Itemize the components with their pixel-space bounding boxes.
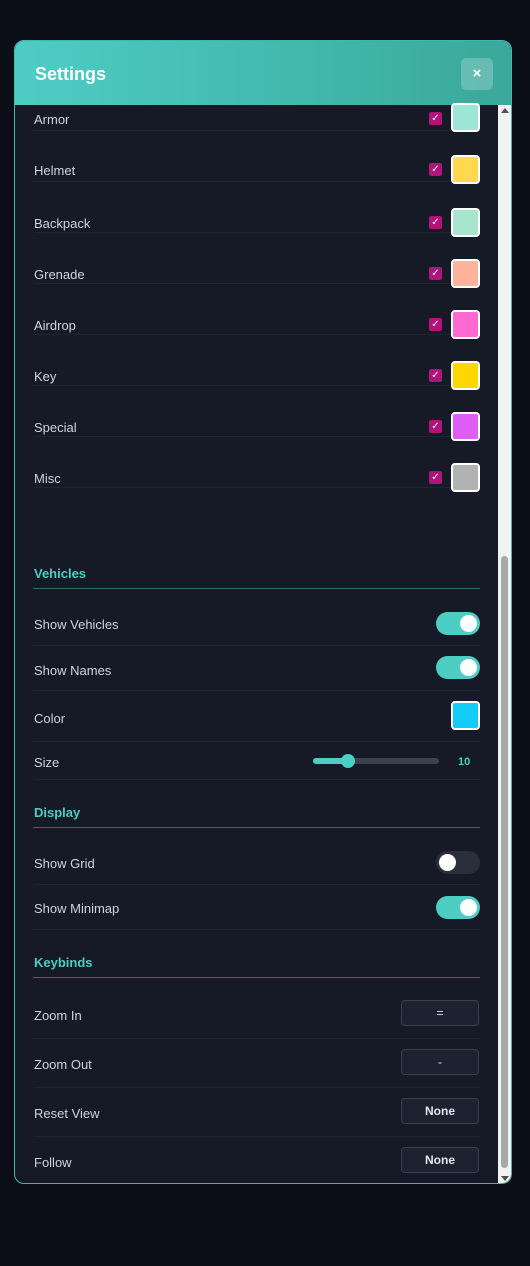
row-show-grid: Show Grid [33, 839, 480, 885]
row-reset-view: Reset View None [33, 1088, 480, 1137]
zoom-in-key-button[interactable]: = [401, 1000, 479, 1026]
section-divider [33, 588, 480, 589]
section-divider [33, 977, 480, 978]
reset-view-key-button[interactable]: None [401, 1098, 479, 1124]
row-show-vehicles: Show Vehicles [33, 600, 480, 646]
scroll-thumb[interactable] [501, 556, 508, 1168]
item-row-special: Special ✓ [33, 386, 480, 441]
row-zoom-in: Zoom In = [33, 990, 480, 1039]
item-checkbox-key[interactable]: ✓ [429, 369, 442, 382]
item-checkbox-backpack[interactable]: ✓ [429, 216, 442, 229]
show-vehicles-label: Show Vehicles [34, 617, 119, 632]
show-grid-label: Show Grid [34, 856, 95, 871]
item-row-armor: Armor ✓ [33, 103, 480, 132]
show-minimap-label: Show Minimap [34, 901, 120, 916]
settings-content: Armor ✓ Helmet ✓ Backpack ✓ Grenade ✓ Ai… [33, 103, 480, 1183]
vehicle-size-slider[interactable] [313, 754, 439, 768]
toggle-knob [439, 854, 456, 871]
follow-label: Follow [34, 1155, 72, 1170]
vehicle-size-label: Size [34, 755, 60, 770]
item-row-key: Key ✓ [33, 335, 480, 390]
row-show-names: Show Names [33, 646, 480, 691]
color-swatch-armor[interactable] [451, 103, 480, 132]
item-checkbox-airdrop[interactable]: ✓ [429, 318, 442, 331]
toggle-knob [460, 659, 477, 676]
item-row-grenade: Grenade ✓ [33, 233, 480, 288]
follow-key-button[interactable]: None [401, 1147, 479, 1173]
reset-view-label: Reset View [34, 1106, 100, 1121]
item-label: Misc [34, 471, 61, 486]
color-swatch-helmet[interactable] [451, 155, 480, 184]
zoom-out-key-button[interactable]: - [401, 1049, 479, 1075]
scroll-up-icon[interactable] [501, 108, 509, 113]
show-names-toggle[interactable] [436, 656, 480, 679]
toggle-knob [460, 899, 477, 916]
scrollbar[interactable] [498, 105, 511, 1183]
item-row-misc: Misc ✓ [33, 437, 480, 492]
item-checkbox-armor[interactable]: ✓ [429, 112, 442, 125]
show-minimap-toggle[interactable] [436, 896, 480, 919]
scroll-down-icon[interactable] [501, 1176, 509, 1181]
item-label: Backpack [34, 216, 91, 231]
item-label: Special [34, 420, 77, 435]
row-follow: Follow None [33, 1137, 480, 1183]
item-label: Airdrop [34, 318, 76, 333]
vehicle-color-swatch[interactable] [451, 701, 480, 730]
zoom-in-label: Zoom In [34, 1008, 82, 1023]
close-button[interactable]: × [461, 58, 493, 90]
settings-panel: Settings × Armor ✓ Helmet ✓ Backpack ✓ G… [14, 40, 512, 1184]
item-label: Key [34, 369, 57, 384]
row-vehicle-color: Color [33, 691, 480, 742]
item-row-helmet: Helmet ✓ [33, 131, 480, 184]
item-checkbox-helmet[interactable]: ✓ [429, 163, 442, 176]
color-swatch-misc[interactable] [451, 463, 480, 492]
item-label: Armor [34, 112, 70, 127]
section-title-display: Display [34, 805, 81, 820]
settings-title: Settings [35, 64, 107, 84]
vehicle-color-label: Color [34, 711, 66, 726]
item-checkbox-grenade[interactable]: ✓ [429, 267, 442, 280]
show-vehicles-toggle[interactable] [436, 612, 480, 635]
section-title-vehicles: Vehicles [34, 566, 87, 581]
item-checkbox-special[interactable]: ✓ [429, 420, 442, 433]
section-divider [33, 827, 480, 828]
show-names-label: Show Names [34, 663, 112, 678]
close-icon: × [472, 65, 482, 82]
section-title-keybinds: Keybinds [34, 955, 93, 970]
item-label: Grenade [34, 267, 85, 282]
item-label: Helmet [34, 163, 76, 178]
item-row-backpack: Backpack ✓ [33, 182, 480, 237]
zoom-out-label: Zoom Out [34, 1057, 92, 1072]
settings-header: Settings × [15, 41, 511, 105]
item-checkbox-misc[interactable]: ✓ [429, 471, 442, 484]
slider-thumb[interactable] [341, 754, 355, 768]
row-vehicle-size: Size 10 [33, 742, 480, 780]
vehicle-size-value: 10 [458, 756, 471, 768]
item-row-airdrop: Airdrop ✓ [33, 284, 480, 339]
row-show-minimap: Show Minimap [33, 885, 480, 930]
toggle-knob [460, 615, 477, 632]
show-grid-toggle[interactable] [436, 851, 480, 874]
row-zoom-out: Zoom Out - [33, 1039, 480, 1088]
